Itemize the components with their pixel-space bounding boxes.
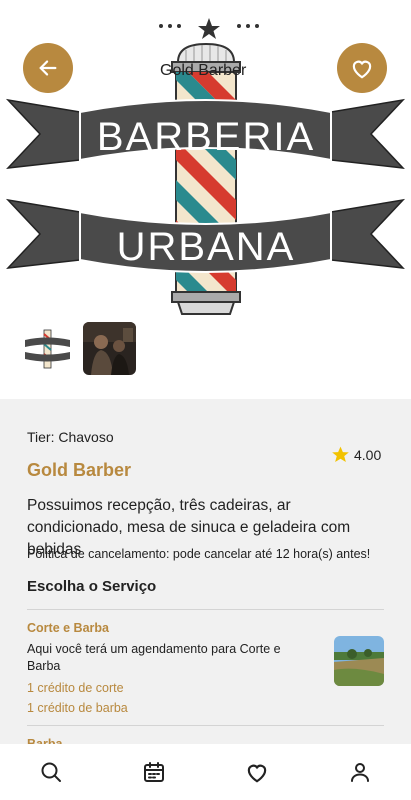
service-name: Corte e Barba [27, 621, 109, 635]
nav-calendar[interactable] [134, 752, 174, 792]
star-icon [332, 446, 349, 463]
back-button[interactable] [23, 43, 73, 93]
logo-text-bottom: URBANA [117, 225, 296, 269]
service-description: Aqui você terá um agendamento para Corte… [27, 642, 281, 673]
nav-favorites[interactable] [237, 752, 277, 792]
favorite-button[interactable] [337, 43, 387, 93]
thumbnail-logo[interactable] [21, 322, 74, 375]
shop-info-panel: Tier: Chavoso Gold Barber 4.00 Possuimos… [0, 399, 411, 751]
calendar-icon [144, 762, 165, 782]
divider [27, 609, 384, 610]
arrow-left-icon [39, 60, 57, 76]
service-item[interactable]: Corte e Barba Aqui você terá um agendame… [27, 621, 384, 715]
cancellation-policy: Politica de cancelamento: pode cancelar … [27, 547, 371, 561]
search-icon [41, 762, 62, 782]
logo-thumbnail-image [21, 322, 74, 375]
divider [27, 725, 384, 726]
heart-icon [247, 764, 267, 783]
heart-outline-icon [352, 60, 372, 79]
thumbnail-photo[interactable] [83, 322, 136, 375]
service-photo [334, 636, 384, 686]
shop-name: Gold Barber [27, 460, 132, 480]
logo-text-top: BARBERIA [97, 115, 315, 159]
services-section-title: Escolha o Serviço [27, 578, 157, 595]
hero-title: Gold Barber [160, 62, 247, 79]
rating-value: 4.00 [354, 446, 382, 463]
shop-tier: Tier: Chavoso [27, 429, 114, 445]
service-credit: 1 crédito de barba [27, 701, 128, 715]
nav-search[interactable] [31, 752, 71, 792]
service-credit: 1 crédito de corte [27, 681, 124, 695]
service-image [334, 636, 384, 686]
profile-icon [350, 763, 369, 782]
barbershop-photo-thumbnail [83, 322, 136, 375]
image-thumbnails [21, 322, 136, 375]
shop-rating: 4.00 [331, 445, 381, 464]
bottom-navigation [0, 744, 411, 800]
nav-profile[interactable] [340, 752, 380, 792]
hero-banner: BARBERIA URBANA Gold Barber [0, 0, 411, 318]
